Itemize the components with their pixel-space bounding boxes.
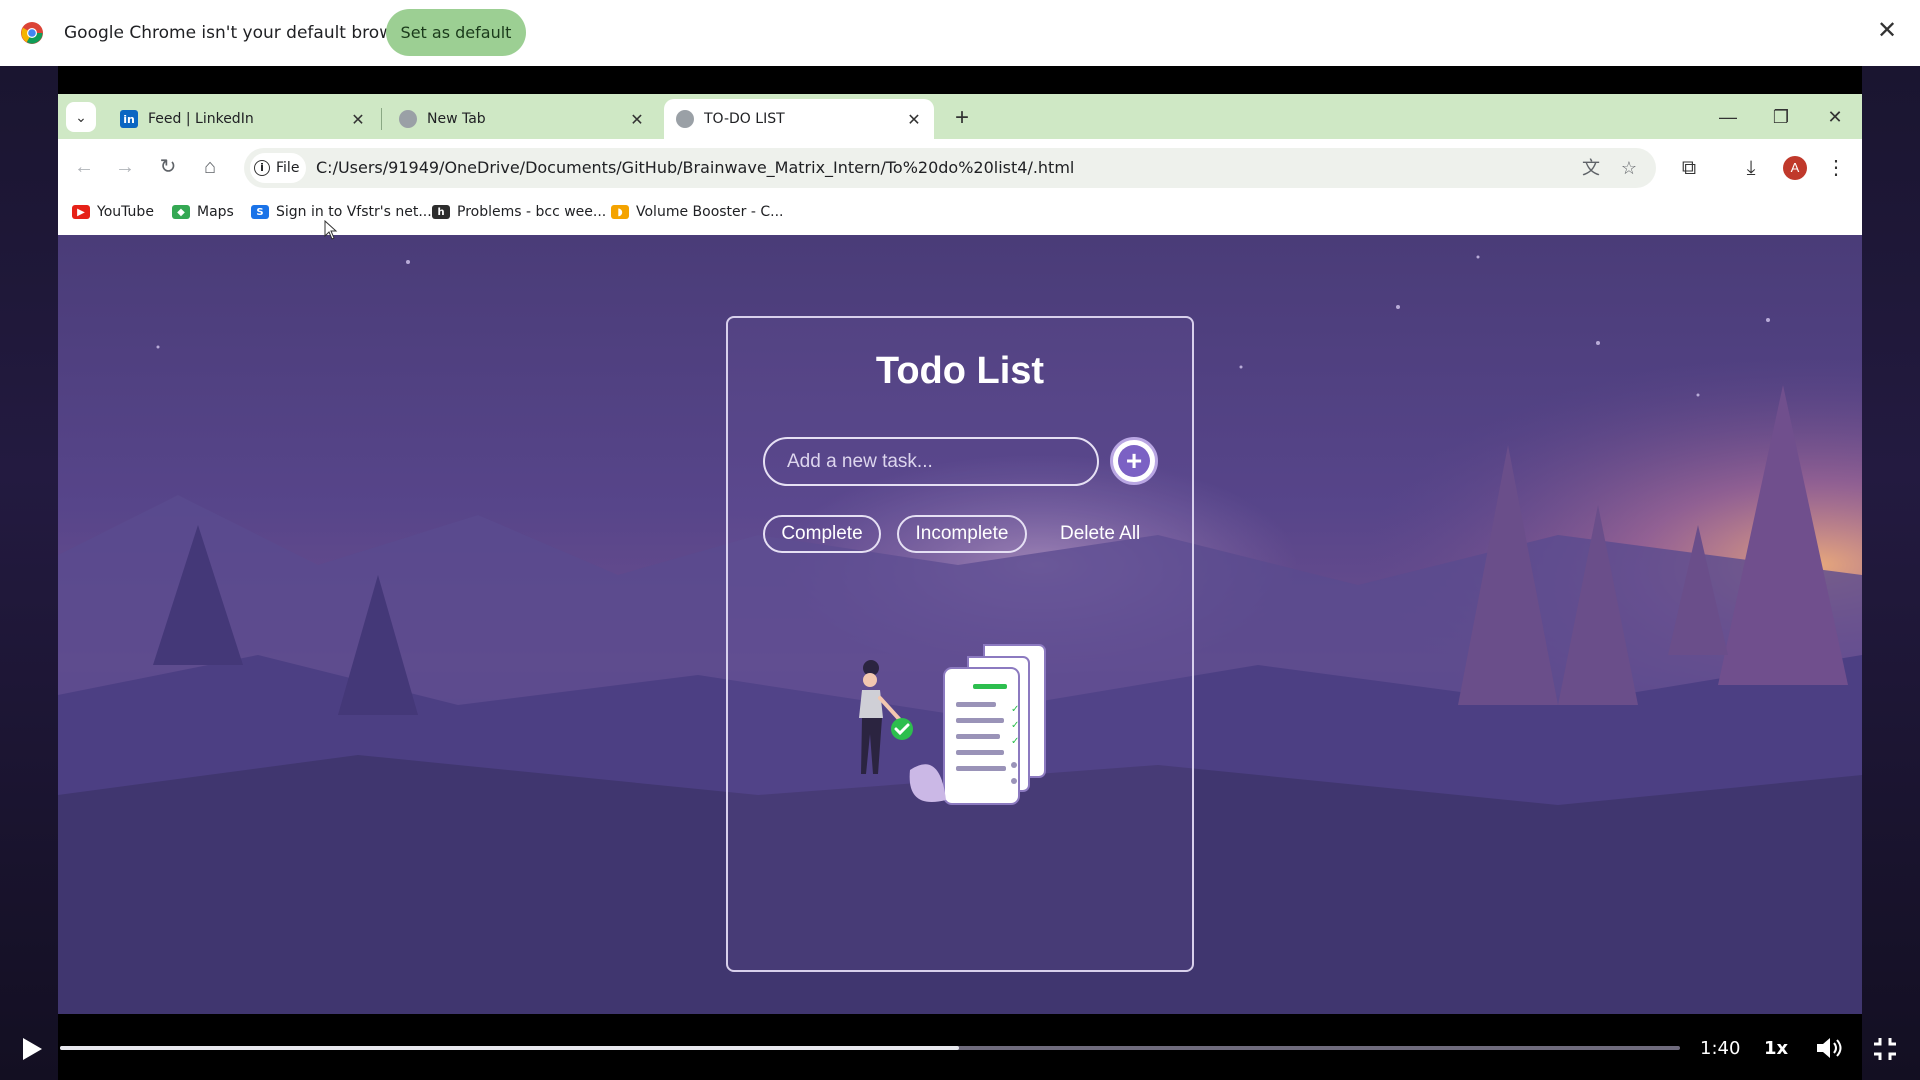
bookmark-label: Volume Booster - C... xyxy=(636,204,784,220)
chrome-logo-icon xyxy=(21,22,43,44)
bookmark-label: Problems - bcc wee... xyxy=(457,204,607,220)
complete-filter-button[interactable]: Complete xyxy=(763,515,881,553)
playback-speed-button[interactable]: 1x xyxy=(1764,1038,1788,1059)
linkedin-icon: in xyxy=(120,110,138,128)
close-icon[interactable]: ✕ xyxy=(1874,18,1900,44)
tab-search-button[interactable]: ⌄ xyxy=(66,102,96,132)
incomplete-filter-button[interactable]: Incomplete xyxy=(897,515,1027,553)
tab-title: Feed | LinkedIn xyxy=(148,111,254,127)
tab-linkedin[interactable]: in Feed | LinkedIn ✕ xyxy=(108,99,378,139)
tab-separator xyxy=(381,108,382,130)
default-browser-message: Google Chrome isn't your default browser xyxy=(64,23,420,43)
plus-icon: + xyxy=(1118,445,1150,477)
bookmark-label: YouTube xyxy=(97,204,154,220)
add-task-button[interactable]: + xyxy=(1110,437,1158,485)
video-progress-bar[interactable] xyxy=(60,1046,1680,1050)
globe-icon xyxy=(399,110,417,128)
svg-text:✓: ✓ xyxy=(1011,736,1019,747)
tab-title: TO-DO LIST xyxy=(704,111,785,127)
bookmark-vfstr[interactable]: S Sign in to Vfstr's net... xyxy=(251,201,432,223)
forward-icon[interactable]: → xyxy=(112,154,138,180)
reload-icon[interactable]: ↻ xyxy=(155,154,181,180)
close-window-icon[interactable]: ✕ xyxy=(1820,104,1850,130)
volume-icon[interactable] xyxy=(1815,1036,1843,1060)
youtube-icon: ▶ xyxy=(72,205,90,219)
close-tab-icon[interactable]: ✕ xyxy=(348,110,368,129)
extensions-icon[interactable]: ⧉ xyxy=(1675,154,1703,182)
delete-all-button[interactable]: Delete All xyxy=(1060,523,1140,545)
svg-text:✓: ✓ xyxy=(1011,720,1019,731)
new-tab-button[interactable]: + xyxy=(950,103,974,133)
s-icon: S xyxy=(251,205,269,219)
url-text[interactable]: C:/Users/91949/OneDrive/Documents/GitHub… xyxy=(316,158,1074,177)
mouse-cursor-icon xyxy=(324,220,338,240)
back-icon[interactable]: ← xyxy=(71,154,97,180)
play-icon[interactable] xyxy=(20,1036,44,1062)
tab-new-tab[interactable]: New Tab ✕ xyxy=(387,99,657,139)
bookmark-youtube[interactable]: ▶ YouTube xyxy=(72,201,154,223)
translate-icon[interactable]: 文 xyxy=(1579,156,1603,180)
scheme-label: File xyxy=(276,160,300,176)
bookmark-volume-booster[interactable]: ◗ Volume Booster - C... xyxy=(611,201,784,223)
default-browser-bar: Google Chrome isn't your default browser… xyxy=(0,0,1920,66)
info-icon: i xyxy=(254,160,270,176)
download-icon[interactable]: ⤓ xyxy=(1737,154,1765,182)
page-title: Todo List xyxy=(875,350,1045,392)
svg-text:✓: ✓ xyxy=(1011,704,1019,715)
bookmark-star-icon[interactable]: ☆ xyxy=(1617,156,1641,180)
exit-fullscreen-icon[interactable] xyxy=(1872,1036,1898,1062)
volume-booster-icon: ◗ xyxy=(611,205,629,219)
bookmark-maps[interactable]: ◆ Maps xyxy=(172,201,234,223)
tab-todo-list[interactable]: TO-DO LIST ✕ xyxy=(664,99,934,139)
video-progress-fill xyxy=(60,1046,960,1050)
close-tab-icon[interactable]: ✕ xyxy=(904,110,924,129)
empty-list-illustration: ✓ ✓ ✓ xyxy=(859,644,1046,805)
video-time: 1:40 xyxy=(1700,1038,1741,1059)
minimize-icon[interactable]: — xyxy=(1713,104,1743,130)
home-icon[interactable]: ⌂ xyxy=(197,154,223,180)
h-icon: h xyxy=(432,205,450,219)
profile-avatar[interactable]: A xyxy=(1783,156,1807,180)
set-as-default-button[interactable]: Set as default xyxy=(386,9,526,56)
bookmark-problems[interactable]: h Problems - bcc wee... xyxy=(432,201,606,223)
maps-icon: ◆ xyxy=(172,205,190,219)
restore-icon[interactable]: ❐ xyxy=(1766,104,1796,130)
close-tab-icon[interactable]: ✕ xyxy=(627,110,647,129)
globe-icon xyxy=(676,110,694,128)
site-info-chip[interactable]: i File xyxy=(250,153,306,183)
menu-icon[interactable]: ⋮ xyxy=(1822,154,1850,182)
new-task-input[interactable] xyxy=(763,437,1099,486)
bookmark-label: Maps xyxy=(197,204,234,220)
tab-title: New Tab xyxy=(427,111,486,127)
bookmark-label: Sign in to Vfstr's net... xyxy=(276,204,432,220)
